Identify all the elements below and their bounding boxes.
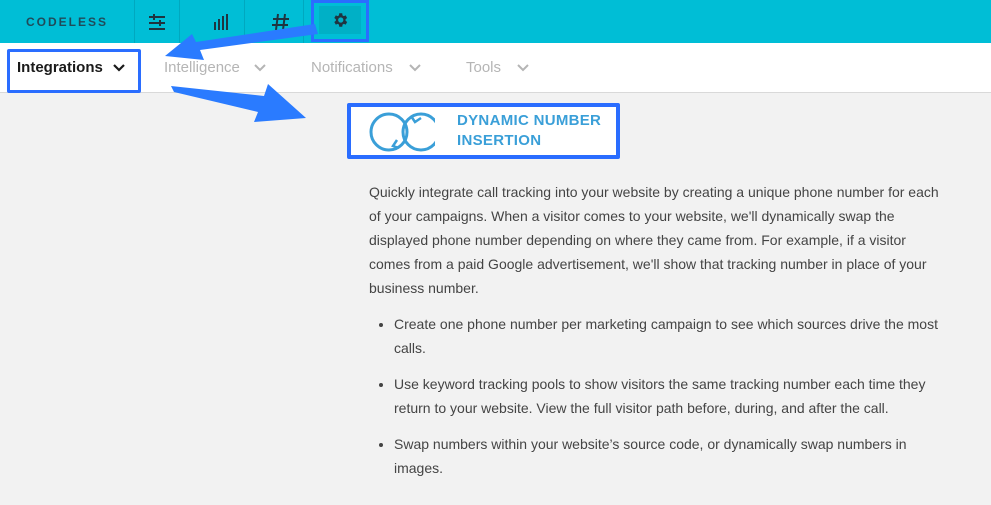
- infinity-loop-icon: [369, 112, 435, 152]
- logo-text-line1: DYNAMIC NUMBER: [457, 112, 602, 129]
- tab-notifications-label: Notifications: [311, 59, 393, 76]
- tab-tools[interactable]: Tools: [466, 43, 529, 92]
- top-navigation-bar: CODELESS: [0, 0, 991, 43]
- integrations-highlight-box: [7, 49, 141, 93]
- logo-text: DYNAMIC NUMBER INSERTION: [457, 111, 601, 151]
- sub-navigation: Integrations Intelligence Notifications …: [0, 43, 991, 93]
- tab-notifications[interactable]: Notifications: [311, 43, 421, 92]
- integration-description: Quickly integrate call tracking into you…: [369, 180, 949, 492]
- annotation-arrow-icon: [171, 84, 306, 122]
- logo-text-line2: INSERTION: [457, 132, 542, 149]
- chevron-down-icon: [408, 63, 421, 72]
- list-item: Use keyword tracking pools to show visit…: [394, 372, 949, 420]
- intro-paragraph: Quickly integrate call tracking into you…: [369, 184, 939, 296]
- list-item: Swap numbers within your website’s sourc…: [394, 432, 949, 480]
- brand-logo[interactable]: CODELESS: [0, 0, 135, 43]
- chevron-down-icon: [517, 63, 529, 72]
- list-item: Create one phone number per marketing ca…: [394, 312, 949, 360]
- tab-tools-label: Tools: [466, 59, 502, 76]
- feature-list: Create one phone number per marketing ca…: [369, 312, 949, 480]
- annotation-arrow-icon: [165, 24, 318, 60]
